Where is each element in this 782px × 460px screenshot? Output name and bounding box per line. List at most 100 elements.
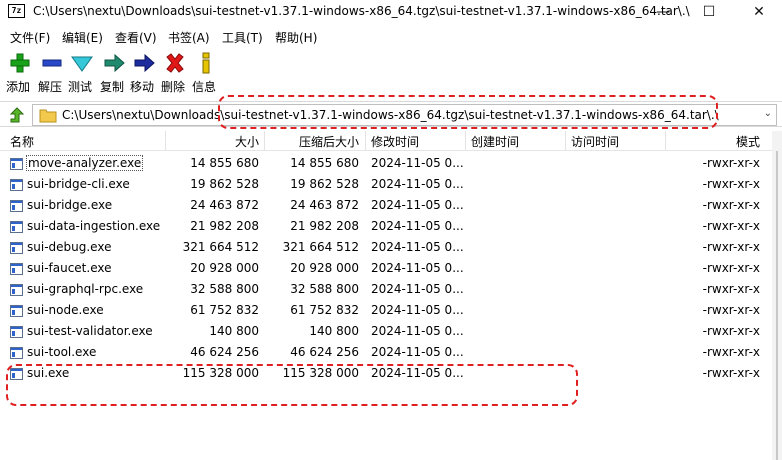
file-modified: 2024-11-05 0... — [371, 177, 464, 191]
header-divider — [264, 131, 265, 151]
file-name: sui-faucet.exe — [27, 261, 112, 275]
table-row[interactable]: sui-data-ingestion.exe 21 982 208 21 982… — [0, 216, 772, 237]
file-packed-size: 24 463 872 — [290, 198, 359, 212]
header-modified[interactable]: 修改时间 — [371, 133, 419, 150]
file-name: sui-bridge-cli.exe — [27, 177, 130, 191]
file-name: sui-graphql-rpc.exe — [27, 282, 144, 296]
extract-label: 解压 — [37, 80, 62, 94]
extract-icon — [42, 59, 62, 67]
menu-bar: 文件(F) 编辑(E) 查看(V) 书签(A) 工具(T) 帮助(H) — [0, 27, 782, 47]
file-packed-size: 46 624 256 — [290, 345, 359, 359]
table-row[interactable]: sui-bridge.exe 24 463 872 24 463 872 202… — [0, 195, 772, 216]
file-size: 46 624 256 — [190, 345, 259, 359]
header-divider — [165, 131, 166, 151]
header-packed-size[interactable]: 压缩后大小 — [299, 133, 359, 150]
file-size: 61 752 832 — [190, 303, 259, 317]
add-button[interactable]: 添加 — [2, 50, 34, 96]
file-modified: 2024-11-05 0... — [371, 345, 464, 359]
file-packed-size: 61 752 832 — [290, 303, 359, 317]
file-size: 321 664 512 — [182, 240, 259, 254]
exe-file-icon — [10, 347, 23, 359]
close-button[interactable]: ✕ — [736, 0, 782, 24]
test-button[interactable]: 测试 — [64, 50, 96, 96]
table-row[interactable]: sui-graphql-rpc.exe 32 588 800 32 588 80… — [0, 279, 772, 300]
file-modified: 2024-11-05 0... — [371, 198, 464, 212]
table-row[interactable]: sui-faucet.exe 20 928 000 20 928 000 202… — [0, 258, 772, 279]
copy-button[interactable]: 复制 — [96, 50, 128, 96]
file-size: 32 588 800 — [190, 282, 259, 296]
table-row[interactable]: sui.exe 115 328 000 115 328 000 2024-11-… — [0, 363, 772, 384]
file-packed-size: 21 982 208 — [290, 219, 359, 233]
menu-tools[interactable]: 工具(T) — [222, 29, 263, 46]
exe-file-icon — [10, 263, 23, 275]
menu-file[interactable]: 文件(F) — [10, 29, 50, 46]
table-row[interactable]: sui-bridge-cli.exe 19 862 528 19 862 528… — [0, 174, 772, 195]
exe-file-icon — [10, 326, 23, 338]
info-button[interactable]: 信息 — [188, 50, 220, 96]
header-accessed[interactable]: 访问时间 — [571, 133, 619, 150]
table-row[interactable]: move-analyzer.exe 14 855 680 14 855 680 … — [0, 153, 772, 174]
header-name[interactable]: 名称 — [10, 133, 34, 150]
file-mode: -rwxr-xr-x — [702, 198, 760, 212]
file-packed-size: 32 588 800 — [290, 282, 359, 296]
file-name: sui-debug.exe — [27, 240, 112, 254]
vertical-scrollbar[interactable] — [772, 131, 782, 460]
file-mode: -rwxr-xr-x — [702, 303, 760, 317]
table-row[interactable]: sui-node.exe 61 752 832 61 752 832 2024-… — [0, 300, 772, 321]
file-size: 140 800 — [209, 324, 259, 338]
test-icon — [71, 56, 93, 72]
folder-icon — [39, 109, 57, 123]
minimize-button[interactable]: — — [640, 0, 686, 24]
move-label: 移动 — [129, 80, 154, 94]
extract-button[interactable]: 解压 — [34, 50, 66, 96]
file-name: sui-tool.exe — [27, 345, 97, 359]
file-packed-size: 19 862 528 — [290, 177, 359, 191]
exe-file-icon — [10, 179, 23, 191]
menu-help[interactable]: 帮助(H) — [275, 29, 317, 46]
file-modified: 2024-11-05 0... — [371, 366, 464, 380]
exe-file-icon — [10, 305, 23, 317]
7zip-app-icon: 7z — [8, 4, 25, 18]
file-name: sui-test-validator.exe — [27, 324, 153, 338]
file-size: 20 928 000 — [190, 261, 259, 275]
header-created[interactable]: 创建时间 — [471, 133, 519, 150]
menu-view[interactable]: 查看(V) — [115, 29, 157, 46]
exe-file-icon — [10, 284, 23, 296]
file-packed-size: 321 664 512 — [282, 240, 359, 254]
menu-bookmarks[interactable]: 书签(A) — [168, 29, 210, 46]
file-modified: 2024-11-05 0... — [371, 156, 464, 170]
table-row[interactable]: sui-test-validator.exe 140 800 140 800 2… — [0, 321, 772, 342]
file-name: sui.exe — [27, 366, 70, 380]
table-row[interactable]: sui-debug.exe 321 664 512 321 664 512 20… — [0, 237, 772, 258]
exe-file-icon — [10, 242, 23, 254]
chevron-down-icon[interactable]: ⌄ — [764, 108, 772, 119]
maximize-button[interactable]: ☐ — [686, 0, 732, 24]
address-bar: C:\Users\nextu\Downloads\sui-testnet-v1.… — [0, 101, 782, 127]
header-size[interactable]: 大小 — [235, 133, 259, 150]
file-mode: -rwxr-xr-x — [702, 261, 760, 275]
table-row[interactable]: sui-tool.exe 46 624 256 46 624 256 2024-… — [0, 342, 772, 363]
menu-edit[interactable]: 编辑(E) — [62, 29, 103, 46]
delete-button[interactable]: 删除 — [157, 50, 189, 96]
file-name: move-analyzer.exe — [26, 155, 144, 171]
exe-file-icon — [10, 368, 23, 380]
file-size: 115 328 000 — [182, 366, 259, 380]
header-mode[interactable]: 模式 — [736, 133, 760, 150]
file-size: 19 862 528 — [190, 177, 259, 191]
window-title: C:\Users\nextu\Downloads\sui-testnet-v1.… — [33, 4, 690, 18]
file-modified: 2024-11-05 0... — [371, 282, 464, 296]
copy-label: 复制 — [99, 80, 124, 94]
file-mode: -rwxr-xr-x — [702, 177, 760, 191]
file-modified: 2024-11-05 0... — [371, 303, 464, 317]
header-divider — [565, 131, 566, 151]
move-icon — [134, 53, 155, 73]
file-packed-size: 140 800 — [309, 324, 359, 338]
path-input[interactable]: C:\Users\nextu\Downloads\sui-testnet-v1.… — [32, 104, 777, 126]
file-name: sui-data-ingestion.exe — [27, 219, 161, 233]
move-button[interactable]: 移动 — [126, 50, 158, 96]
up-folder-icon[interactable] — [8, 106, 26, 124]
file-mode: -rwxr-xr-x — [702, 324, 760, 338]
file-name: sui-bridge.exe — [27, 198, 113, 212]
delete-icon — [166, 53, 184, 73]
scrollbar-track[interactable] — [776, 151, 778, 460]
